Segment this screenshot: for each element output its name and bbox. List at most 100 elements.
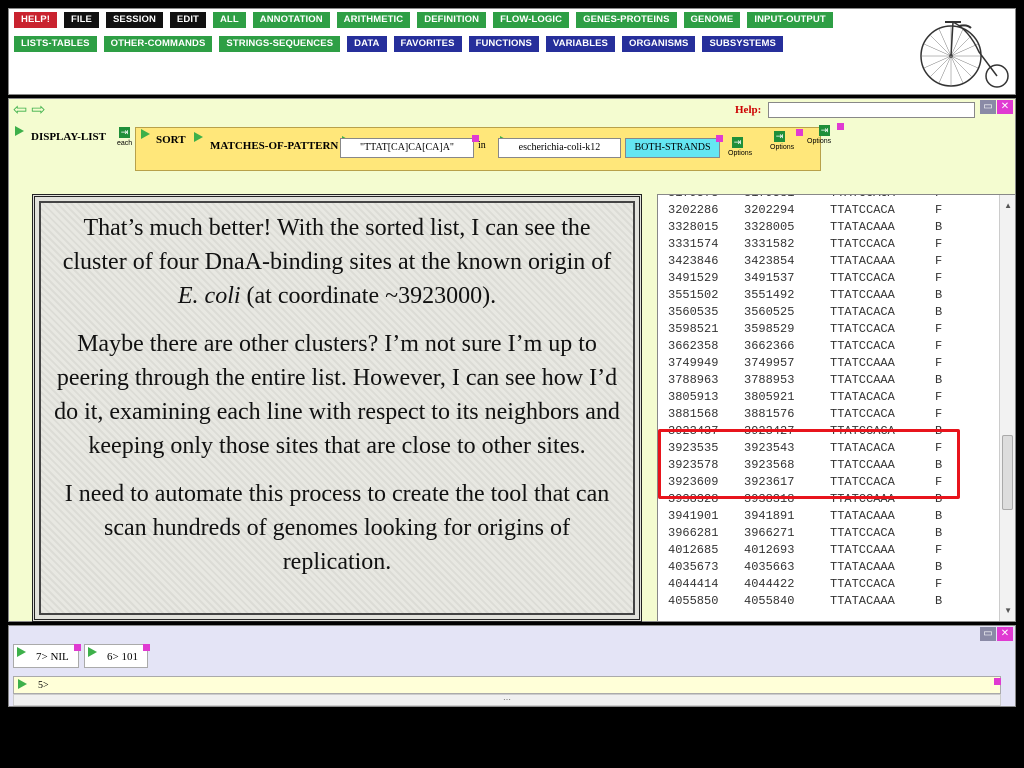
menu-button-definition[interactable]: DEFINITION xyxy=(417,12,487,28)
menu-button-file[interactable]: FILE xyxy=(64,12,99,28)
run-triangle-icon[interactable] xyxy=(88,647,97,657)
genome-argument[interactable]: escherichia-coli-k12 xyxy=(498,138,621,158)
minimize-icon[interactable]: ▭ xyxy=(980,100,996,114)
matches-of-pattern-keyword[interactable]: MATCHES-OF-PATTERN xyxy=(210,140,338,152)
menu-button-genes-proteins[interactable]: GENES-PROTEINS xyxy=(576,12,677,28)
table-row: 3328015 3328005 TTATACAAA B xyxy=(658,220,998,237)
menu-button-variables[interactable]: VARIABLES xyxy=(545,36,615,52)
options-button[interactable]: Options xyxy=(770,144,794,151)
close-icon[interactable] xyxy=(837,123,844,130)
enter-arrow-icon[interactable]: ⇥ xyxy=(119,127,130,138)
in-keyword: in xyxy=(478,140,486,151)
minimize-icon[interactable]: ▭ xyxy=(980,627,996,641)
menu-button-session[interactable]: SESSION xyxy=(105,12,163,28)
scroll-down-icon[interactable]: ▼ xyxy=(1004,606,1012,615)
menu-button-favorites[interactable]: FAVORITES xyxy=(393,36,462,52)
run-triangle-icon[interactable] xyxy=(194,132,203,142)
start-coordinate: 4055850 xyxy=(668,594,719,608)
strand: F xyxy=(935,195,975,203)
each-option[interactable]: each xyxy=(117,140,132,147)
menu-button-help[interactable]: HELP! xyxy=(14,12,57,28)
menu-button-strings-sequences[interactable]: STRINGS-SEQUENCES xyxy=(219,36,341,52)
menu-button-subsystems[interactable]: SUBSYSTEMS xyxy=(702,36,783,52)
matched-sequence: TTATCCACA xyxy=(830,237,895,251)
help-label: Help: xyxy=(735,104,762,116)
history-item-label: 7> NIL xyxy=(36,651,69,663)
close-icon[interactable] xyxy=(143,644,150,651)
command-input-line[interactable]: 5> xyxy=(13,676,1001,694)
menu-button-lists-tables[interactable]: LISTS-TABLES xyxy=(14,36,97,52)
menu-button-data[interactable]: DATA xyxy=(347,36,387,52)
sort-keyword[interactable]: SORT xyxy=(156,134,186,146)
matched-sequence: TTATACAAA xyxy=(830,509,895,523)
strands-argument[interactable]: BOTH-STRANDS xyxy=(625,138,720,158)
strand: F xyxy=(935,322,943,336)
strand: F xyxy=(935,237,943,251)
sort-block[interactable]: SORT MATCHES-OF-PATTERN "TTAT[CA]CA[CA]A… xyxy=(135,127,821,171)
history-item[interactable]: 6> 101 xyxy=(84,644,150,668)
strand: B xyxy=(935,220,943,234)
table-row: 3560535 3560525 TTATACACA B xyxy=(658,305,998,322)
table-row: 3202286 3202294 TTATCCACA F xyxy=(658,203,998,220)
enter-arrow-icon[interactable]: ⇥ xyxy=(774,131,785,142)
menu-button-edit[interactable]: EDIT xyxy=(169,12,206,28)
history-item-label: 6> 101 xyxy=(107,651,138,663)
scroll-thumb[interactable] xyxy=(1002,435,1013,510)
close-icon[interactable] xyxy=(716,135,723,142)
close-icon[interactable] xyxy=(796,129,803,136)
menu-button-input-output[interactable]: INPUT-OUTPUT xyxy=(747,12,833,28)
back-arrow-icon[interactable]: ⇦ xyxy=(13,101,27,118)
menu-button-other-commands[interactable]: OTHER-COMMANDS xyxy=(103,36,213,52)
enter-arrow-icon[interactable]: ⇥ xyxy=(732,137,743,148)
menu-button-all[interactable]: ALL xyxy=(212,12,246,28)
close-icon[interactable]: ✕ xyxy=(997,100,1013,114)
start-coordinate: 3491529 xyxy=(668,271,719,285)
end-coordinate: 4055840 xyxy=(744,594,795,608)
menu-button-annotation[interactable]: ANNOTATION xyxy=(252,12,330,28)
options-button[interactable]: Options xyxy=(728,150,752,157)
scroll-up-icon[interactable]: ▲ xyxy=(1004,201,1012,210)
matched-sequence: TTATCCAAA xyxy=(830,543,895,557)
close-icon[interactable] xyxy=(994,678,1001,685)
matched-sequence: TTATCCAAA xyxy=(830,356,895,370)
results-list: 31795733179581TTATCCACAF32022863202294TT… xyxy=(658,195,998,611)
vertical-scrollbar[interactable]: ▲ ▼ xyxy=(999,195,1015,621)
horizontal-scrollbar[interactable]: ⋯ xyxy=(13,694,1001,706)
end-coordinate: 4035663 xyxy=(744,560,795,574)
close-icon[interactable] xyxy=(74,644,81,651)
results-list-panel[interactable]: 31795733179581TTATCCACAF32022863202294TT… xyxy=(657,194,1016,622)
options-button[interactable]: Options xyxy=(807,138,831,145)
commentary-panel: That’s much better! With the sorted list… xyxy=(32,194,642,622)
menu-button-organisms[interactable]: ORGANISMS xyxy=(621,36,696,52)
start-coordinate: 3331574 xyxy=(668,237,719,251)
table-row: 3598521 3598529 TTATCCACA F xyxy=(658,322,998,339)
command-menu-bar: HELP! FILE SESSION EDIT ALL ANNOTATION ARITHME… xyxy=(8,8,1016,95)
end-coordinate: 3749957 xyxy=(744,356,795,370)
enter-arrow-icon[interactable]: ⇥ xyxy=(819,125,830,136)
menu-button-genome[interactable]: GENOME xyxy=(683,12,741,28)
end-coordinate: 3179581 xyxy=(744,195,830,203)
strand: B xyxy=(935,288,943,302)
menu-button-flow-logic[interactable]: FLOW-LOGIC xyxy=(493,12,570,28)
table-row: 3941901 3941891 TTATACAAA B xyxy=(658,509,998,526)
run-triangle-icon[interactable] xyxy=(17,647,26,657)
menu-button-arithmetic[interactable]: ARITHMETIC xyxy=(336,12,411,28)
history-item[interactable]: 7> NIL xyxy=(13,644,81,668)
run-triangle-icon[interactable] xyxy=(18,679,27,689)
display-list-keyword[interactable]: DISPLAY-LIST xyxy=(31,131,106,143)
commentary-paragraph-1: That’s much better! With the sorted list… xyxy=(51,211,623,313)
pattern-argument[interactable]: "TTAT[CA]CA[CA]A" xyxy=(340,138,474,158)
menu-button-functions[interactable]: FUNCTIONS xyxy=(468,36,539,52)
run-triangle-icon[interactable] xyxy=(141,129,150,139)
penny-farthing-logo-icon xyxy=(920,20,1009,88)
strand: F xyxy=(935,543,943,557)
close-icon[interactable]: ✕ xyxy=(997,627,1013,641)
matched-sequence: TTATCCACA xyxy=(830,203,895,217)
strand: F xyxy=(935,339,943,353)
help-search-input[interactable] xyxy=(768,102,975,118)
table-row: 3491529 3491537 TTATCCACA F xyxy=(658,271,998,288)
run-triangle-icon[interactable] xyxy=(15,126,24,136)
end-coordinate: 3881576 xyxy=(744,407,795,421)
start-coordinate: 3788963 xyxy=(668,373,719,387)
forward-arrow-icon[interactable]: ⇨ xyxy=(31,101,45,118)
